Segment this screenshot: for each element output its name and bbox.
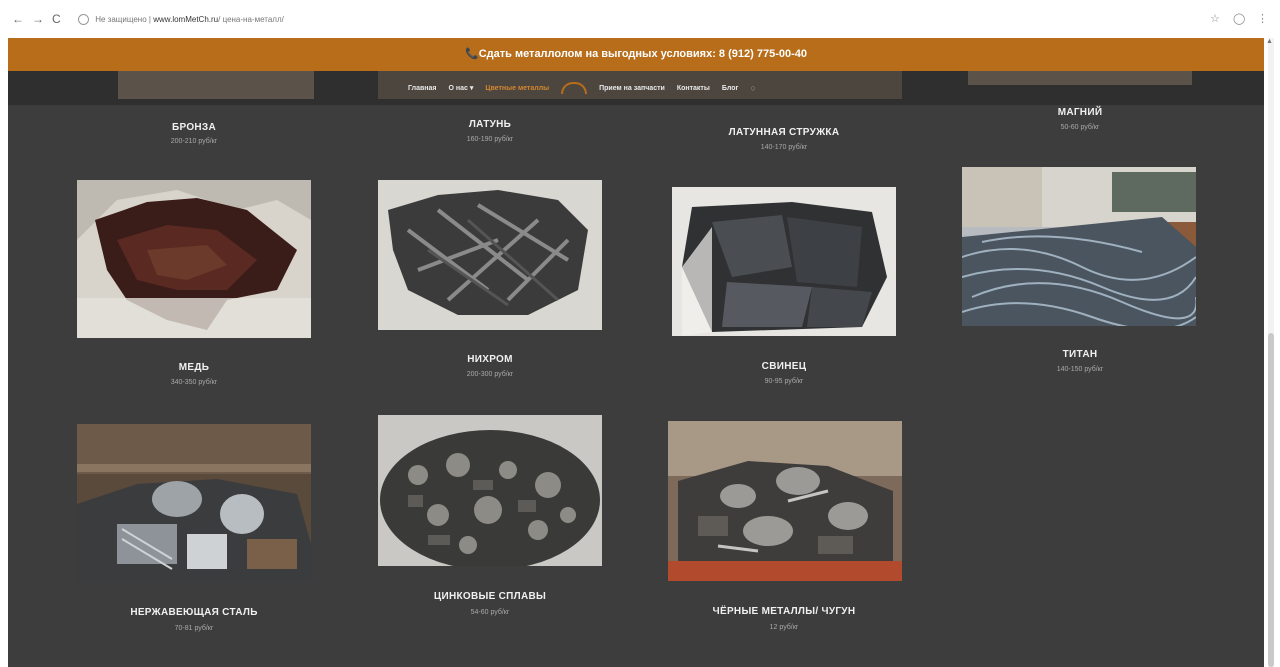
scroll-up-arrow-icon[interactable]: ▲: [1266, 38, 1273, 45]
card-title-brass-shavings[interactable]: ЛАТУННАЯ СТРУЖКА: [729, 127, 840, 138]
browser-toolbar: ← → C Не защищено | www.lomMetCh.ru/ цен…: [0, 0, 1280, 38]
card-price-ferrous-cast-iron: 12 руб/кг: [769, 624, 799, 631]
card-price-magnesium: 50-60 руб/кг: [1060, 124, 1100, 131]
back-icon[interactable]: ←: [12, 12, 24, 26]
search-icon[interactable]: ○: [750, 83, 755, 93]
logo-icon[interactable]: [561, 82, 588, 94]
promo-banner[interactable]: 📞Сдать металлолом на выгодных условиях: …: [8, 38, 1264, 71]
card-image-zinc-alloys[interactable]: [378, 415, 602, 566]
page-content: 📞Сдать металлолом на выгодных условиях: …: [8, 38, 1264, 667]
bookmark-star-icon[interactable]: ☆: [1210, 12, 1220, 25]
menu-item-blog[interactable]: Блог: [722, 85, 739, 92]
address-bar[interactable]: Не защищено | www.lomMetCh.ru/ цена-на-м…: [78, 11, 1208, 29]
menu-item-parts[interactable]: Прием на запчасти: [599, 85, 665, 92]
card-title-stainless-steel[interactable]: НЕРЖАВЕЮЩАЯ СТАЛЬ: [130, 607, 257, 618]
card-price-brass: 160-190 руб/кг: [466, 136, 514, 143]
card-image-titanium[interactable]: [962, 167, 1196, 326]
menu-item-contacts[interactable]: Контакты: [677, 85, 710, 92]
card-title-ferrous-cast-iron[interactable]: ЧЁРНЫЕ МЕТАЛЛЫ/ ЧУГУН: [713, 606, 856, 617]
extension-icon[interactable]: ◯: [1233, 12, 1245, 25]
forward-icon[interactable]: →: [32, 12, 44, 26]
menu-dots-icon[interactable]: ⋮: [1257, 12, 1268, 25]
card-price-lead: 90-95 руб/кг: [764, 378, 804, 385]
card-title-lead[interactable]: СВИНЕЦ: [762, 361, 807, 372]
reload-icon[interactable]: C: [52, 12, 61, 26]
card-title-nichrome[interactable]: НИХРОМ: [467, 354, 513, 365]
card-image-lead[interactable]: [672, 187, 896, 336]
card-image-copper[interactable]: [77, 180, 311, 338]
card-price-copper: 340-350 руб/кг: [170, 379, 218, 386]
main-menu: Главная О нас ▾ Цветные металлы Прием на…: [408, 71, 756, 105]
card-price-titanium: 140-150 руб/кг: [1056, 366, 1104, 373]
security-label: Не защищено: [95, 15, 147, 24]
card-image-stainless-steel[interactable]: [77, 424, 311, 582]
card-title-zinc-alloys[interactable]: ЦИНКОВЫЕ СПЛАВЫ: [434, 591, 546, 602]
menu-item-about[interactable]: О нас ▾: [448, 84, 473, 92]
card-price-bronze: 200-210 руб/кг: [170, 138, 218, 145]
card-image-nichrome[interactable]: [378, 180, 602, 330]
card-image-magnesium: [968, 71, 1192, 85]
card-title-copper[interactable]: МЕДЬ: [179, 362, 210, 373]
card-title-brass[interactable]: ЛАТУНЬ: [469, 119, 511, 130]
card-price-stainless-steel: 70-81 руб/кг: [174, 625, 214, 632]
card-title-magnesium[interactable]: МАГНИЙ: [1058, 107, 1103, 118]
url-domain: www.lomMetCh.ru: [153, 15, 219, 24]
card-price-zinc-alloys: 54-60 руб/кг: [470, 609, 510, 616]
scrollbar-thumb[interactable]: [1268, 333, 1274, 667]
card-price-brass-shavings: 140-170 руб/кг: [760, 144, 808, 151]
info-icon[interactable]: [78, 14, 89, 26]
card-title-titanium[interactable]: ТИТАН: [1063, 349, 1098, 360]
card-price-nichrome: 200-300 руб/кг: [466, 371, 514, 378]
card-image-ferrous-cast-iron[interactable]: [668, 421, 902, 581]
url-path: / цена-на-металл/: [218, 15, 284, 24]
card-image-bronze: [118, 71, 314, 99]
menu-item-nonferrous[interactable]: Цветные металлы: [485, 85, 549, 92]
card-title-bronze[interactable]: БРОНЗА: [172, 122, 216, 133]
menu-item-home[interactable]: Главная: [408, 85, 436, 92]
